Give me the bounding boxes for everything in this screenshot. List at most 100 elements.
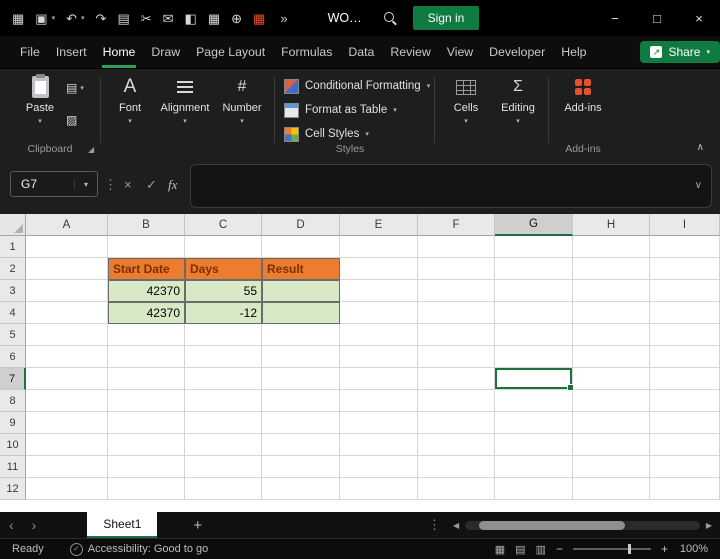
scrollbar-thumb[interactable] — [479, 520, 625, 530]
close-button[interactable]: × — [678, 0, 720, 36]
cell-H1[interactable] — [573, 236, 650, 258]
cell-I6[interactable] — [650, 346, 720, 368]
enter-check-icon[interactable]: ✓ — [146, 177, 157, 193]
cell-G6[interactable] — [495, 346, 573, 368]
cell-D5[interactable] — [262, 324, 340, 346]
cell-G11[interactable] — [495, 456, 573, 478]
format-painter-button[interactable]: ▨ — [66, 113, 77, 127]
tab-data[interactable]: Data — [340, 36, 382, 68]
cell-E5[interactable] — [340, 324, 418, 346]
cell-C6[interactable] — [185, 346, 262, 368]
cell-F9[interactable] — [418, 412, 495, 434]
row-header-1[interactable]: 1 — [0, 236, 26, 258]
previous-sheet-icon[interactable]: ‹ — [0, 517, 23, 533]
cell-B5[interactable] — [108, 324, 185, 346]
cell-E8[interactable] — [340, 390, 418, 412]
cell-I12[interactable] — [650, 478, 720, 500]
cell-E3[interactable] — [340, 280, 418, 302]
cell-I8[interactable] — [650, 390, 720, 412]
cell-H5[interactable] — [573, 324, 650, 346]
cell-H6[interactable] — [573, 346, 650, 368]
zoom-out-icon[interactable]: − — [556, 542, 563, 556]
row-header-12[interactable]: 12 — [0, 478, 26, 500]
row-header-11[interactable]: 11 — [0, 456, 26, 478]
alignment-group-button[interactable]: Alignment ▾ — [158, 75, 212, 125]
cell-C2[interactable]: Days — [185, 258, 262, 280]
cell-G9[interactable] — [495, 412, 573, 434]
cell-G4[interactable] — [495, 302, 573, 324]
column-header-D[interactable]: D — [262, 214, 340, 236]
toolbar-overflow-icon[interactable]: » — [280, 11, 287, 26]
copy-button[interactable]: ▤ ▾ — [66, 81, 84, 95]
cell-B2[interactable]: Start Date — [108, 258, 185, 280]
cell-B4[interactable]: 42370 — [108, 302, 185, 324]
cell-C4[interactable]: -12 — [185, 302, 262, 324]
new-sheet-button[interactable]: + — [193, 517, 202, 534]
cell-C11[interactable] — [185, 456, 262, 478]
name-box[interactable]: G7 ▾ — [10, 171, 98, 197]
cell-G12[interactable] — [495, 478, 573, 500]
row-header-3[interactable]: 3 — [0, 280, 26, 302]
column-header-C[interactable]: C — [185, 214, 262, 236]
zoom-slider[interactable] — [572, 544, 651, 554]
cell-B1[interactable] — [108, 236, 185, 258]
normal-view-icon[interactable]: ▦ — [495, 543, 505, 556]
row-header-6[interactable]: 6 — [0, 346, 26, 368]
cell-H9[interactable] — [573, 412, 650, 434]
number-group-button[interactable]: # Number ▾ — [218, 75, 266, 125]
cell-H7[interactable] — [573, 368, 650, 390]
cell-C3[interactable]: 55 — [185, 280, 262, 302]
tab-view[interactable]: View — [439, 36, 481, 68]
scrollbar-track[interactable] — [465, 520, 700, 530]
cell-D7[interactable] — [262, 368, 340, 390]
cell-E9[interactable] — [340, 412, 418, 434]
dropdown-caret-icon[interactable]: ▾ — [74, 179, 97, 189]
cell-I7[interactable] — [650, 368, 720, 390]
row-header-10[interactable]: 10 — [0, 434, 26, 456]
tab-review[interactable]: Review — [382, 36, 438, 68]
cell-E2[interactable] — [340, 258, 418, 280]
cell-I2[interactable] — [650, 258, 720, 280]
minimize-button[interactable]: − — [594, 0, 636, 36]
cell-E11[interactable] — [340, 456, 418, 478]
cell-C10[interactable] — [185, 434, 262, 456]
cell-B12[interactable] — [108, 478, 185, 500]
zoom-slider-thumb[interactable] — [627, 544, 631, 554]
cell-F12[interactable] — [418, 478, 495, 500]
cell-E6[interactable] — [340, 346, 418, 368]
conditional-formatting-button[interactable]: Conditional Formatting ▾ — [284, 76, 430, 96]
cell-C8[interactable] — [185, 390, 262, 412]
cell-D11[interactable] — [262, 456, 340, 478]
dropdown-caret-icon[interactable]: ▾ — [81, 14, 85, 22]
cell-A4[interactable] — [26, 302, 108, 324]
cell-I11[interactable] — [650, 456, 720, 478]
sign-in-button[interactable]: Sign in — [412, 6, 480, 30]
cell-C1[interactable] — [185, 236, 262, 258]
dialog-launcher-icon[interactable]: ◢ — [88, 145, 94, 154]
accessibility-status[interactable]: ✓ Accessibility: Good to go — [69, 542, 208, 556]
cell-D9[interactable] — [262, 412, 340, 434]
column-header-H[interactable]: H — [573, 214, 650, 236]
cell-B11[interactable] — [108, 456, 185, 478]
cell-F10[interactable] — [418, 434, 495, 456]
tab-help[interactable]: Help — [553, 36, 594, 68]
cell-B9[interactable] — [108, 412, 185, 434]
cell-B8[interactable] — [108, 390, 185, 412]
column-header-E[interactable]: E — [340, 214, 418, 236]
table-icon[interactable]: ▦ — [208, 12, 220, 25]
cell-D8[interactable] — [262, 390, 340, 412]
cell-styles-button[interactable]: Cell Styles ▾ — [284, 124, 369, 144]
cell-F4[interactable] — [418, 302, 495, 324]
apps-grid-icon[interactable]: ▦ — [12, 12, 24, 25]
save-icon[interactable]: ▣ — [35, 12, 47, 25]
tab-page-layout[interactable]: Page Layout — [188, 36, 273, 68]
cell-G1[interactable] — [495, 236, 573, 258]
cell-H4[interactable] — [573, 302, 650, 324]
cell-D1[interactable] — [262, 236, 340, 258]
select-all-corner[interactable] — [0, 214, 26, 236]
dropdown-caret-icon[interactable]: ▾ — [52, 14, 56, 22]
cell-E4[interactable] — [340, 302, 418, 324]
row-header-8[interactable]: 8 — [0, 390, 26, 412]
format-as-table-button[interactable]: Format as Table ▾ — [284, 100, 397, 120]
tab-file[interactable]: File — [12, 36, 48, 68]
